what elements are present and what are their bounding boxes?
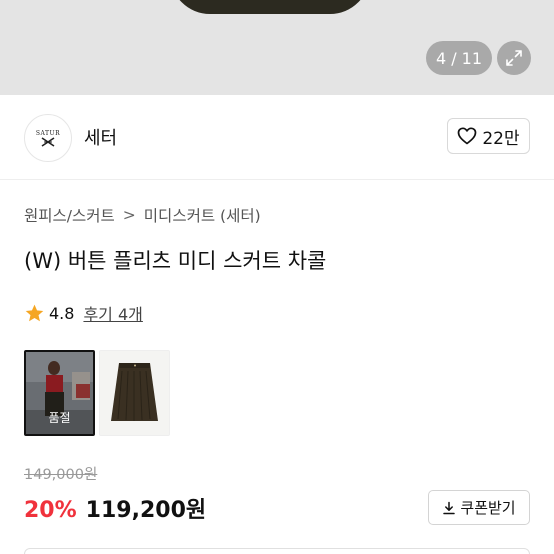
product-title: (W) 버튼 플리츠 미디 스커트 차콜 [24, 249, 327, 273]
download-icon [443, 501, 456, 514]
discount-rate: 20% [24, 498, 77, 523]
image-counter: 4 / 11 [426, 41, 492, 75]
breadcrumb-category[interactable]: 원피스/스커트 [24, 204, 115, 226]
price-row: 20% 119,200원 [24, 492, 206, 524]
thumbnail-list: 품절 [24, 350, 170, 436]
like-button[interactable]: 22만 [447, 118, 530, 154]
breadcrumb-separator: > [122, 206, 136, 224]
breadcrumb: 원피스/스커트 > 미디스커트 (세터) [24, 204, 261, 226]
brand-logo[interactable]: SATUR [24, 114, 72, 162]
product-image-gallery[interactable]: 4 / 11 [0, 0, 554, 95]
brand-name[interactable]: 세터 [84, 124, 117, 150]
brand-emblem-icon [41, 136, 55, 147]
coupon-label: 쿠폰받기 [460, 499, 516, 517]
sold-out-label: 품절 [48, 411, 71, 425]
breadcrumb-subcategory[interactable]: 미디스커트 (세터) [144, 204, 261, 226]
brand-row: SATUR 세터 22만 [0, 95, 554, 180]
like-count: 22만 [482, 128, 520, 149]
brand-logo-text: SATUR [35, 129, 61, 137]
thumbnail-image-skirt [100, 351, 169, 435]
original-price: 149,000원 [24, 467, 98, 483]
rating-score: 4.8 [49, 303, 75, 323]
thumbnail-option-2[interactable] [99, 350, 170, 436]
expand-icon [506, 50, 522, 66]
sale-price: 119,200원 [85, 498, 207, 523]
expand-button[interactable] [497, 41, 531, 75]
next-section-box [24, 548, 530, 554]
star-icon [25, 304, 44, 321]
reviews-link[interactable]: 후기 4개 [83, 301, 142, 325]
thumbnail-option-1[interactable]: 품절 [24, 350, 95, 436]
product-image-partial [170, 0, 370, 14]
rating-row: 4.8 후기 4개 [24, 301, 143, 325]
heart-outline-icon [458, 127, 477, 145]
coupon-download-button[interactable]: 쿠폰받기 [428, 490, 530, 525]
